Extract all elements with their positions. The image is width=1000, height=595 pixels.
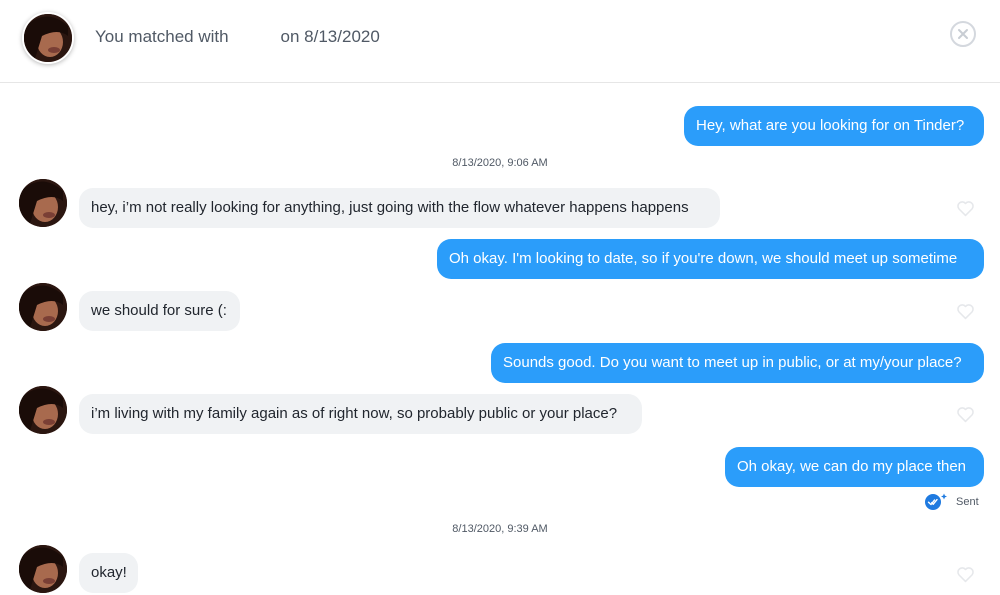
message-incoming[interactable]: we should for sure (: [79,291,240,331]
like-button[interactable] [956,566,975,583]
message-outgoing[interactable]: Oh okay, we can do my place then [725,447,984,487]
sender-avatar[interactable] [19,545,67,593]
heart-icon [957,407,974,423]
like-button[interactable] [956,200,975,217]
chat-page: You matched with on 8/13/2020 Hey, what … [0,0,1000,595]
sender-avatar[interactable] [19,386,67,434]
match-avatar[interactable] [22,12,74,64]
avatar-photo [24,14,72,62]
close-button[interactable] [950,21,976,47]
message-timestamp: 8/13/2020, 9:39 AM [452,523,548,535]
match-info: You matched with on 8/13/2020 [95,27,380,47]
sender-avatar[interactable] [19,179,67,227]
avatar-photo [19,283,67,331]
avatar-photo [19,179,67,227]
match-prefix: You matched with [95,27,229,46]
avatar-photo [19,386,67,434]
message-incoming[interactable]: i’m living with my family again as of ri… [79,394,642,434]
sent-status: Sent [924,493,979,511]
message-outgoing[interactable]: Oh okay. I'm looking to date, so if you'… [437,239,984,279]
heart-icon [957,304,974,320]
message-outgoing[interactable]: Sounds good. Do you want to meet up in p… [491,343,984,383]
match-name-redacted [229,27,281,46]
match-date: on 8/13/2020 [280,27,380,46]
heart-icon [957,567,974,583]
close-icon [958,29,968,39]
match-header: You matched with on 8/13/2020 [0,0,1000,83]
message-incoming[interactable]: hey, i’m not really looking for anything… [79,188,720,228]
message-outgoing[interactable]: Hey, what are you looking for on Tinder? [684,106,984,146]
sender-avatar[interactable] [19,283,67,331]
message-timestamp: 8/13/2020, 9:06 AM [452,157,548,169]
read-receipt-icon [924,493,948,511]
heart-icon [957,201,974,217]
avatar-photo [19,545,67,593]
like-button[interactable] [956,406,975,423]
like-button[interactable] [956,303,975,320]
message-incoming[interactable]: okay! [79,553,138,593]
sent-label: Sent [956,496,979,508]
